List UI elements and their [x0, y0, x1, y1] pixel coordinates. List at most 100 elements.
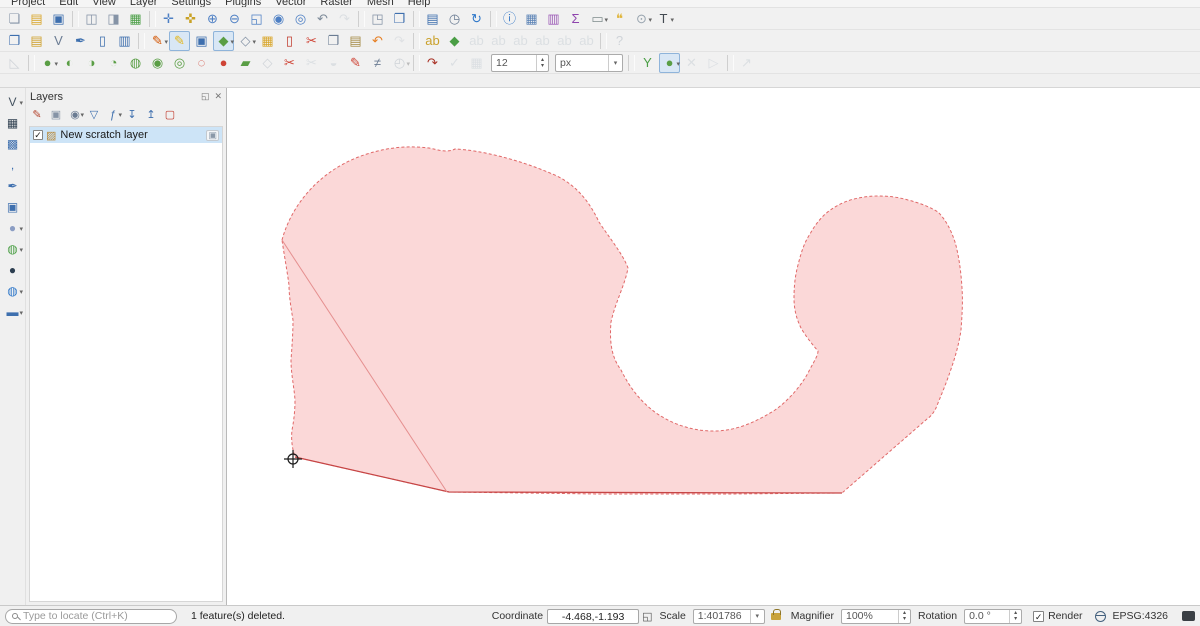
- toggle-editing-button[interactable]: ✎: [169, 31, 190, 51]
- new-shapefile-layer-button[interactable]: V: [48, 31, 69, 51]
- copy-features-button[interactable]: ❐: [323, 31, 344, 51]
- add-delimited-text-layer-button[interactable]: ,: [2, 155, 23, 175]
- scale-dropdown-arrow[interactable]: [750, 610, 764, 623]
- toggle-extents-icon[interactable]: ◱: [642, 610, 652, 623]
- new-spatialite-layer-button[interactable]: ✒: [70, 31, 91, 51]
- text-annotation-dropdown-arrow[interactable]: [670, 9, 674, 27]
- add-mesh-layer-button[interactable]: ▩: [2, 134, 23, 154]
- close-panel-icon[interactable]: ✕: [214, 91, 222, 102]
- move-feature-button[interactable]: ●: [37, 53, 58, 73]
- collapse-all-button[interactable]: ↥: [142, 107, 160, 124]
- open-project-button[interactable]: ▤: [26, 9, 47, 29]
- coordinate-input[interactable]: -4.468,-1.193: [547, 609, 639, 624]
- trim-extend-feature-button[interactable]: ≠: [367, 53, 388, 73]
- menu-vector[interactable]: Vector: [268, 0, 313, 8]
- new-temporary-scratch-layer-button[interactable]: ▯: [92, 31, 113, 51]
- zoom-full-button[interactable]: ◱: [246, 9, 267, 29]
- add-wfs-layer-dropdown-arrow[interactable]: [19, 302, 23, 320]
- manage-map-themes-button[interactable]: ◉: [66, 107, 84, 124]
- add-gpx-layer-button[interactable]: ✒: [2, 176, 23, 196]
- new-project-button[interactable]: ❏: [4, 9, 25, 29]
- split-features-button[interactable]: ✂: [279, 53, 300, 73]
- delete-part-button[interactable]: ●: [213, 53, 234, 73]
- text-annotation-button[interactable]: T: [653, 9, 674, 29]
- enable-snapping-dropdown-arrow[interactable]: [676, 53, 680, 71]
- menu-edit[interactable]: Edit: [52, 0, 85, 8]
- crs-globe-icon[interactable]: [1095, 611, 1106, 622]
- locator-search-input[interactable]: Type to locate (Ctrl+K): [5, 609, 177, 624]
- rotation-spin-arrows[interactable]: [1009, 610, 1021, 623]
- menu-raster[interactable]: Raster: [313, 0, 359, 8]
- show-spatial-bookmarks-button[interactable]: ▤: [422, 9, 443, 29]
- stream-tolerance-units[interactable]: px: [555, 54, 623, 72]
- measure-line-button[interactable]: ▭: [587, 9, 608, 29]
- remove-layer-group-button[interactable]: ▢: [161, 107, 179, 124]
- current-edits-dropdown-arrow[interactable]: [164, 31, 168, 49]
- lock-scale-icon[interactable]: [771, 613, 781, 620]
- rotate-feature-button[interactable]: ◑: [81, 53, 102, 73]
- float-panel-icon[interactable]: ◱: [201, 91, 210, 102]
- move-feature-dropdown-arrow[interactable]: [54, 53, 58, 71]
- undo-button[interactable]: ↶: [367, 31, 388, 51]
- add-wms-layer-button[interactable]: ◍: [2, 281, 23, 301]
- identify-features-button[interactable]: ⓘ: [499, 9, 520, 29]
- new-virtual-layer-button[interactable]: ▥: [114, 31, 135, 51]
- save-project-button[interactable]: ▣: [48, 9, 69, 29]
- zoom-last-button[interactable]: ↶: [312, 9, 333, 29]
- paste-features-button[interactable]: ▤: [345, 31, 366, 51]
- current-edits-button[interactable]: ✎: [147, 31, 168, 51]
- fill-ring-button[interactable]: ◎: [169, 53, 190, 73]
- open-data-source-manager-button[interactable]: ❐: [4, 31, 25, 51]
- statistical-summary-button[interactable]: ▥: [543, 9, 564, 29]
- style-manager-button[interactable]: ▦: [125, 9, 146, 29]
- temporal-controller-button[interactable]: ◷: [444, 9, 465, 29]
- filter-legend-by-expression-button[interactable]: ƒ: [104, 107, 122, 124]
- expand-all-button[interactable]: ↧: [123, 107, 141, 124]
- manage-map-themes-dropdown-arrow[interactable]: [80, 104, 84, 122]
- copy-and-move-feature-button[interactable]: ◐: [59, 53, 80, 73]
- pan-map-to-selection-button[interactable]: ✜: [180, 9, 201, 29]
- stream-tolerance[interactable]: 12: [491, 54, 549, 72]
- layer-visibility-checkbox[interactable]: ✓: [33, 130, 43, 140]
- zoom-out-button[interactable]: ⊖: [224, 9, 245, 29]
- menu-mesh[interactable]: Mesh: [360, 0, 401, 8]
- add-polygon-feature-button[interactable]: ◆: [213, 31, 234, 51]
- show-layout-manager-button[interactable]: ◨: [103, 9, 124, 29]
- add-part-button[interactable]: ◉: [147, 53, 168, 73]
- modify-attributes-of-selected-features-button[interactable]: ▦: [257, 31, 278, 51]
- filter-legend-by-expression-dropdown-arrow[interactable]: [118, 104, 122, 122]
- merge-attributes-of-selected-features-button[interactable]: ✎: [345, 53, 366, 73]
- scale-combo[interactable]: 1:401786: [693, 609, 765, 624]
- menu-help[interactable]: Help: [401, 0, 438, 8]
- show-map-tips-button[interactable]: ❝: [609, 9, 630, 29]
- offset-curve-button[interactable]: ▰: [235, 53, 256, 73]
- zoom-to-area-button[interactable]: ⊙: [631, 9, 652, 29]
- add-wms-layer-dropdown-arrow[interactable]: [19, 281, 23, 299]
- measure-line-dropdown-arrow[interactable]: [604, 9, 608, 27]
- add-spatialite-layer-dropdown-arrow[interactable]: [19, 239, 23, 257]
- add-wfs-layer-button[interactable]: ▬: [2, 302, 23, 322]
- layer-diagram-options-button[interactable]: ◆: [444, 31, 465, 51]
- messages-icon[interactable]: [1182, 611, 1195, 621]
- zoom-to-selection-button[interactable]: ◉: [268, 9, 289, 29]
- add-oracle-layer-button[interactable]: ●: [2, 260, 23, 280]
- zoom-in-button[interactable]: ⊕: [202, 9, 223, 29]
- add-postgis-layer-button[interactable]: ●: [2, 218, 23, 238]
- menu-project[interactable]: Project: [4, 0, 52, 8]
- enable-tracing-button[interactable]: Y: [637, 53, 658, 73]
- simplify-feature-button[interactable]: ◔: [103, 53, 124, 73]
- menu-plugins[interactable]: Plugins: [218, 0, 268, 8]
- rotation-spinbox[interactable]: 0.0 °: [964, 609, 1022, 624]
- zoom-to-area-dropdown-arrow[interactable]: [648, 9, 652, 27]
- zoom-to-layer-button[interactable]: ◎: [290, 9, 311, 29]
- add-polygon-feature-dropdown-arrow[interactable]: [230, 31, 234, 49]
- open-attribute-table-button[interactable]: ▦: [521, 9, 542, 29]
- add-group-button[interactable]: ▣: [47, 107, 65, 124]
- crs-status[interactable]: EPSG:4326: [1113, 610, 1168, 622]
- cut-features-button[interactable]: ✂: [301, 31, 322, 51]
- add-ring-button[interactable]: ◍: [125, 53, 146, 73]
- menu-view[interactable]: View: [85, 0, 123, 8]
- show-sum-statistics-button[interactable]: Σ: [565, 9, 586, 29]
- add-virtual-layer-button[interactable]: ▣: [2, 197, 23, 217]
- layer-row-new-scratch-layer[interactable]: ✓ ▨ New scratch layer ▣: [30, 127, 222, 143]
